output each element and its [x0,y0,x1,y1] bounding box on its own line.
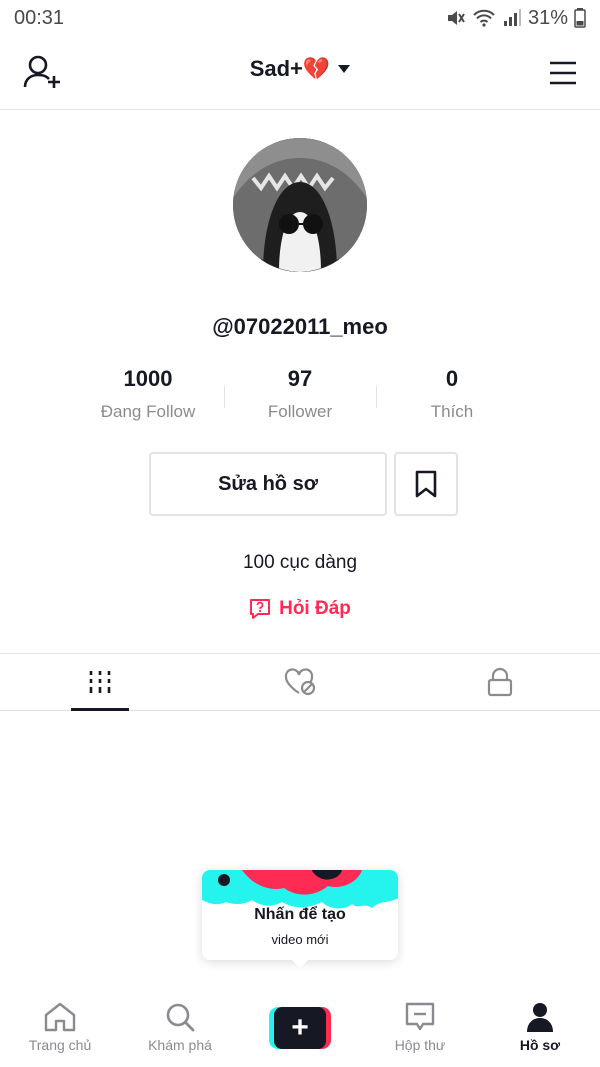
following-label: Đang Follow [100,402,196,421]
profile-icon [527,1003,553,1032]
qa-link[interactable]: Hỏi Đáp [0,598,600,620]
profile-tabs [0,653,600,711]
edit-profile-button[interactable]: Sửa hồ sơ [149,452,387,516]
menu-button[interactable] [548,58,578,88]
favorites-button[interactable] [394,452,458,516]
tooltip-subtitle: video mới [271,932,329,947]
signal-icon [503,9,521,26]
account-name: Sad+💔 [249,56,331,81]
bio-text: 100 cục dàng [242,552,358,573]
qa-label: Hỏi Đáp [279,598,351,619]
nav-discover[interactable]: Khám phá [120,987,240,1067]
tab-private[interactable] [400,654,600,710]
status-time: 00:31 [14,6,65,29]
mute-icon [447,11,465,25]
likes-label: Thích [430,402,474,421]
nav-inbox-label: Hộp thư [394,1037,446,1053]
nav-profile-label: Hồ sơ [519,1037,561,1053]
bookmark-icon [415,470,437,498]
avatar[interactable] [233,138,367,272]
question-chat-icon [250,599,271,619]
followers-label: Follower [267,402,333,421]
followers-count: 97 [287,366,313,391]
status-bar: 00:31 31% [0,0,600,36]
grid-icon [89,671,111,693]
liked-hidden-icon [284,668,316,696]
battery-percent: 31% [527,6,568,29]
caret-down-icon [338,65,351,73]
nav-home-label: Trang chủ [28,1037,92,1053]
create-video-tooltip[interactable]: Nhấn để tạo video mới [202,870,398,968]
tab-videos[interactable] [0,654,200,711]
nav-home[interactable]: Trang chủ [0,987,120,1067]
battery-icon [574,8,586,28]
lock-icon [487,667,513,697]
bottom-navigation: Trang chủ Khám phá + Hộp thư Hồ sơ [0,987,600,1067]
search-icon [166,1003,195,1032]
home-icon [44,1002,76,1032]
stat-followers[interactable]: 97 Follower [224,366,376,426]
plus-icon: + [274,1007,326,1049]
profile-stats: 1000 Đang Follow 97 Follower 0 Thích [72,366,528,426]
avatar-image [233,138,367,272]
stat-likes[interactable]: 0 Thích [376,366,528,426]
profile-header: Sad+💔 [0,36,600,110]
status-icons: 31% [446,7,586,30]
create-button[interactable]: + [269,1007,331,1049]
nav-discover-label: Khám phá [148,1037,212,1053]
stat-following[interactable]: 1000 Đang Follow [72,366,224,426]
account-switcher[interactable]: Sad+💔 [0,56,600,82]
tooltip-title: Nhấn để tạo [254,906,346,923]
wifi-icon [473,9,495,27]
nav-inbox[interactable]: Hộp thư [360,987,480,1067]
username: @07022011_meo [212,314,388,339]
likes-count: 0 [445,366,459,391]
hamburger-menu-icon [550,61,576,85]
inbox-icon [405,1002,435,1031]
tooltip-arrow [292,960,308,968]
nav-profile[interactable]: Hồ sơ [480,987,600,1067]
nav-create[interactable]: + [240,987,360,1067]
tab-liked[interactable] [200,654,400,710]
following-count: 1000 [123,366,173,391]
